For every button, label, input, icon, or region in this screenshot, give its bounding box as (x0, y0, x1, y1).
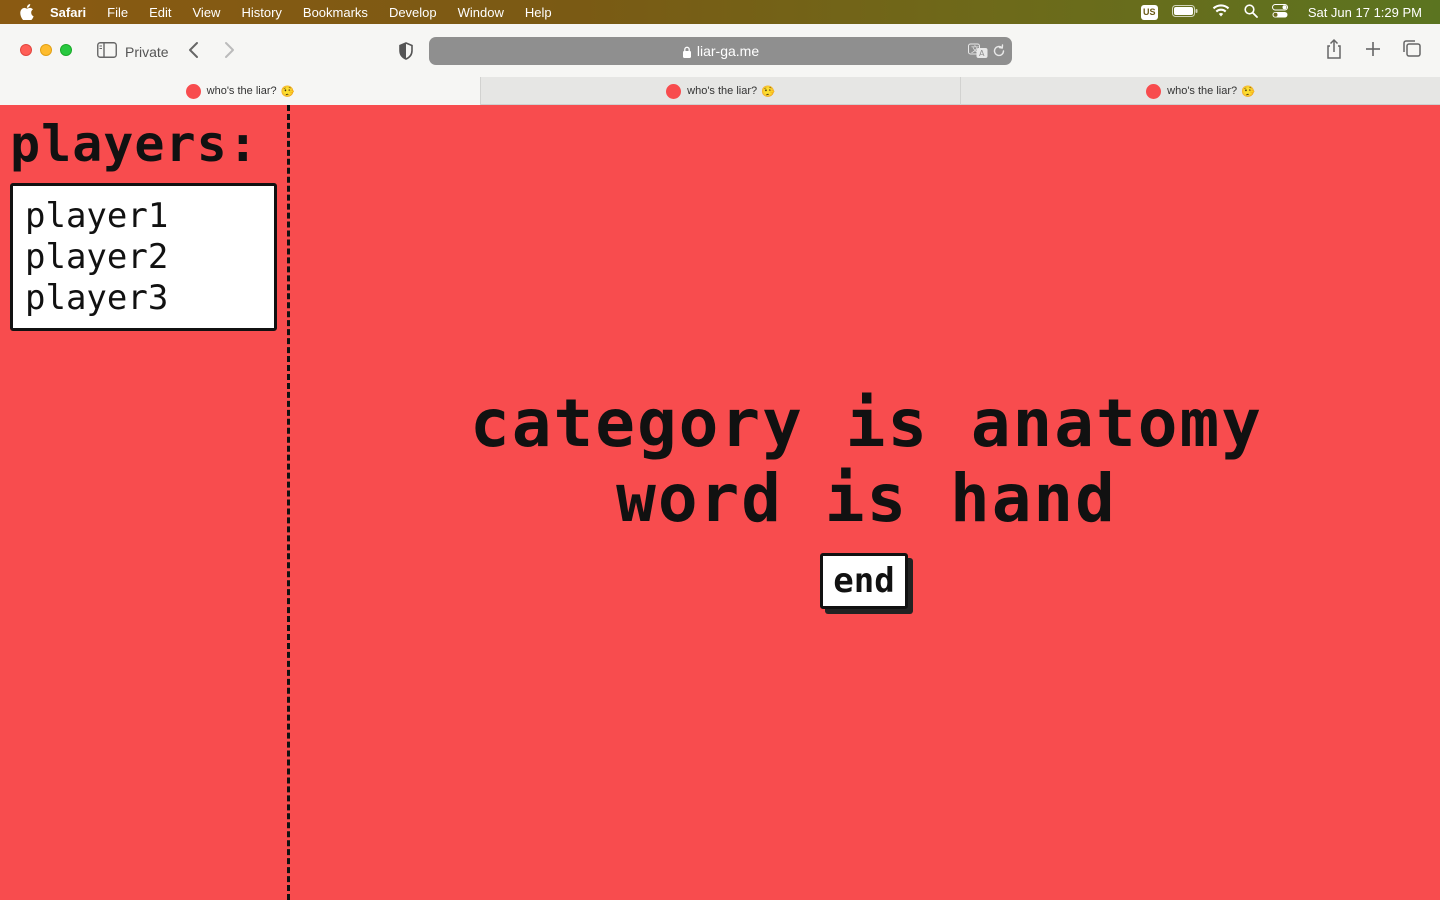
menu-edit[interactable]: Edit (149, 5, 171, 20)
share-button[interactable] (1324, 38, 1344, 60)
menu-window[interactable]: Window (458, 5, 504, 20)
tab-title: who's the liar? (1167, 85, 1238, 97)
reload-icon[interactable] (992, 44, 1006, 58)
players-list: player1 player2 player3 (10, 183, 277, 331)
zoom-window-button[interactable] (60, 44, 72, 56)
menu-view[interactable]: View (193, 5, 221, 20)
back-button[interactable] (185, 40, 203, 60)
window-controls (20, 44, 72, 56)
menu-file[interactable]: File (107, 5, 128, 20)
close-window-button[interactable] (20, 44, 32, 56)
lying-face-emoji-icon: 🤥 (280, 85, 295, 98)
svg-text:A: A (979, 49, 985, 58)
category-text: category is anatomy (470, 385, 1263, 462)
minimize-window-button[interactable] (40, 44, 52, 56)
player-item: player2 (25, 237, 169, 277)
lying-face-emoji-icon: 🤥 (1241, 85, 1255, 98)
menu-help[interactable]: Help (525, 5, 552, 20)
tab-1[interactable]: who's the liar? 🤥 (0, 77, 480, 105)
wifi-icon[interactable] (1212, 4, 1230, 20)
lying-face-emoji-icon: 🤥 (761, 85, 775, 98)
player-item: player3 (25, 278, 169, 318)
tab-3[interactable]: who's the liar? 🤥 (960, 77, 1440, 105)
translate-icon[interactable]: 文A (968, 43, 988, 59)
battery-icon[interactable] (1171, 4, 1198, 20)
tab-title: who's the liar? (206, 85, 277, 97)
plus-icon (1366, 42, 1380, 56)
web-page: players: player1 player2 player3 categor… (0, 105, 1440, 900)
players-panel: players: player1 player2 player3 (0, 105, 290, 900)
menu-bookmarks[interactable]: Bookmarks (303, 5, 368, 20)
privacy-report-button[interactable] (397, 41, 415, 61)
favicon-icon (185, 83, 201, 99)
lock-icon (682, 45, 692, 58)
favicon-icon (1146, 83, 1162, 99)
address-bar[interactable]: liar-ga.me 文A (429, 37, 1012, 65)
menu-bar: Safari File Edit View History Bookmarks … (0, 0, 1440, 24)
word-text: word is hand (616, 460, 1117, 537)
chevron-right-icon (225, 42, 234, 58)
chevron-left-icon (189, 42, 198, 58)
menu-history[interactable]: History (241, 5, 281, 20)
tab-title: who's the liar? (687, 85, 758, 97)
control-center-icon[interactable] (1271, 3, 1288, 21)
sidebar-icon (97, 42, 117, 61)
forward-button[interactable] (220, 40, 238, 60)
spotlight-search-icon[interactable] (1244, 3, 1258, 21)
sidebar-toggle-button[interactable]: Private (97, 42, 169, 61)
menu-safari[interactable]: Safari (50, 5, 86, 20)
tab-2[interactable]: who's the liar? 🤥 (480, 77, 960, 105)
menubar-clock[interactable]: Sat Jun 17 1:29 PM (1308, 5, 1422, 20)
input-source-badge[interactable]: US (1140, 4, 1158, 20)
favicon-icon (666, 83, 682, 99)
game-area: category is anatomy word is hand end (293, 105, 1440, 900)
end-button[interactable]: end (820, 553, 908, 609)
player-item: player1 (25, 196, 169, 236)
new-tab-button[interactable] (1363, 38, 1383, 60)
tab-overview-button[interactable] (1402, 38, 1422, 60)
tab-overview-icon (1403, 40, 1421, 57)
private-label: Private (125, 43, 169, 60)
players-heading: players: (10, 115, 259, 173)
apple-menu-icon[interactable] (19, 4, 35, 20)
browser-toolbar: Private liar-ga.me 文A (0, 24, 1440, 77)
url-text: liar-ga.me (696, 43, 760, 59)
share-icon (1327, 38, 1341, 59)
tab-bar: who's the liar? 🤥 who's the liar? 🤥 who'… (0, 77, 1440, 105)
shield-icon (399, 42, 413, 60)
menu-develop[interactable]: Develop (389, 5, 437, 20)
